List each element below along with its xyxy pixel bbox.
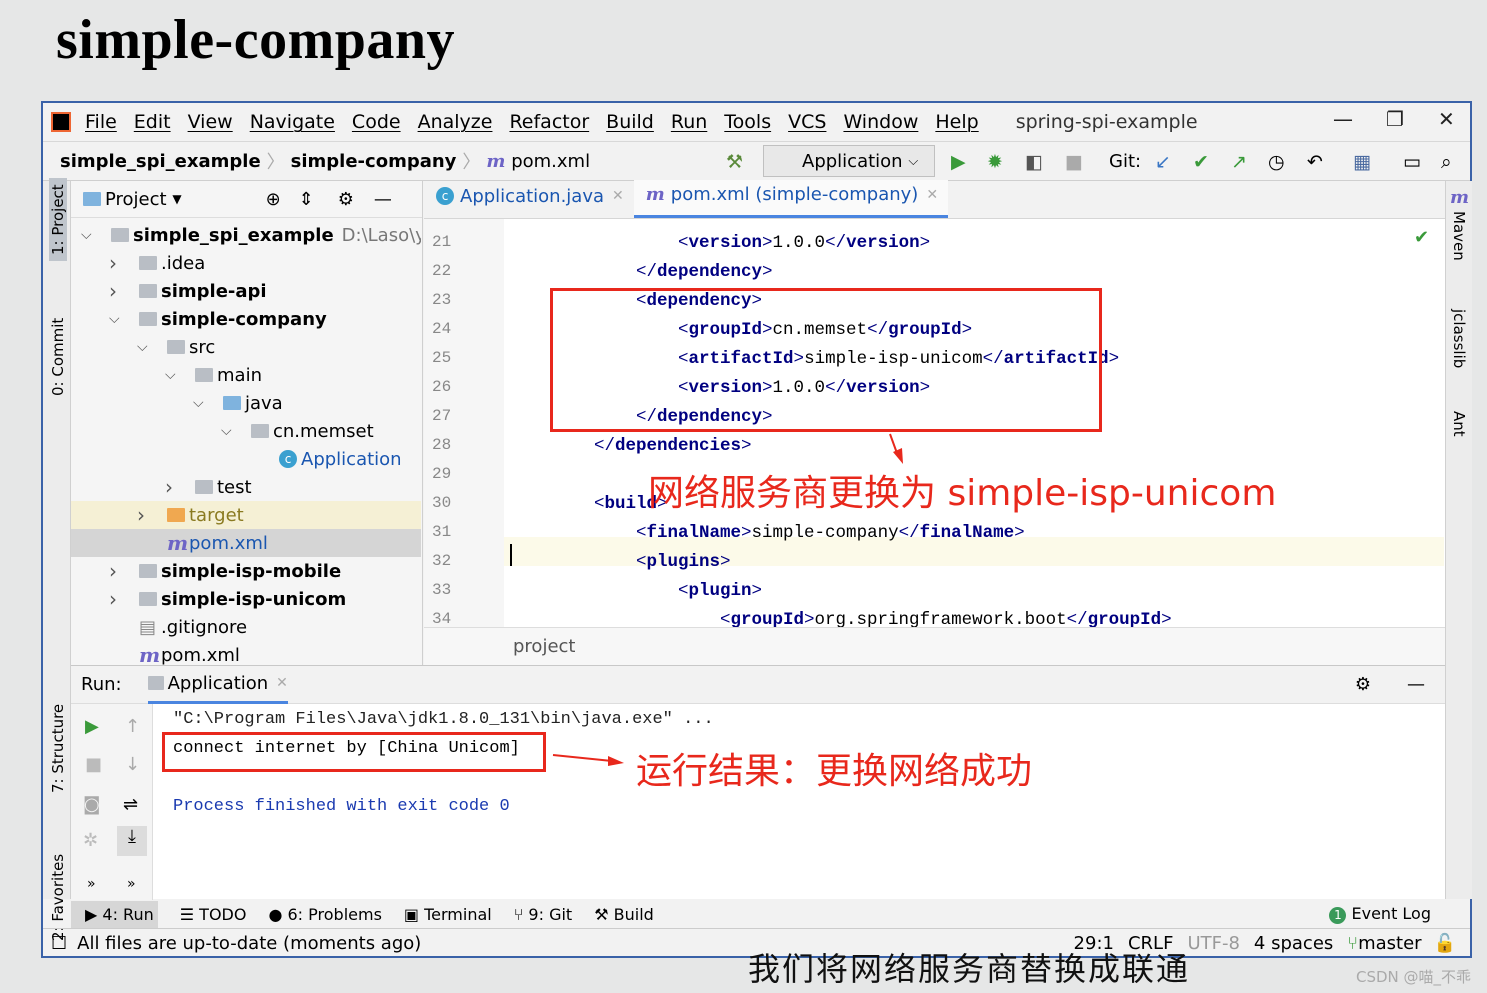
annotation-result: 运行结果：更换网络成功 (636, 751, 1033, 792)
highlight-box-output (162, 732, 546, 772)
arrow-head (893, 448, 903, 464)
arrow-head (608, 756, 624, 766)
watermark: CSDN @喵_不乖 (1356, 968, 1472, 986)
video-subtitle: 我们将网络服务商替换成联通 (748, 950, 1191, 988)
annotation-dependency: 网络服务商更换为 simple-isp-unicom (648, 473, 1277, 514)
arrow-line (552, 754, 613, 762)
